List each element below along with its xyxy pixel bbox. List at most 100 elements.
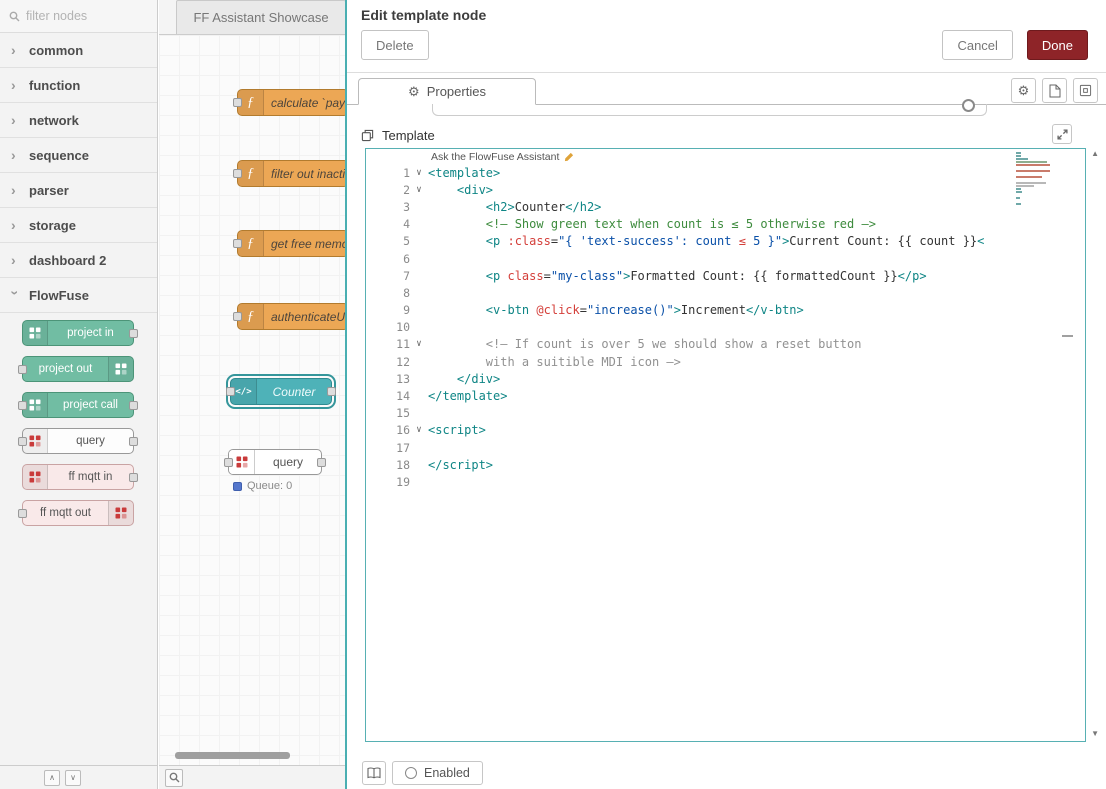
code-text: <script> <box>428 423 486 437</box>
code-text: </script> <box>428 458 493 472</box>
collapse-all-button[interactable]: ∧ <box>44 770 60 786</box>
output-port[interactable] <box>129 401 138 410</box>
code-line[interactable]: 13 </div> <box>366 370 1085 387</box>
enabled-toggle[interactable]: Enabled <box>392 761 483 785</box>
input-port[interactable] <box>18 365 27 374</box>
palette-node-project-out[interactable]: project out <box>22 356 134 382</box>
expand-editor-button[interactable] <box>1052 124 1072 144</box>
code-line[interactable]: 14</template> <box>366 387 1085 404</box>
output-port[interactable] <box>129 473 138 482</box>
code-line[interactable]: 17 <box>366 439 1085 456</box>
input-port[interactable] <box>224 458 233 467</box>
scroll-up-icon[interactable]: ▲ <box>1091 149 1099 158</box>
palette-category-storage[interactable]: ›storage <box>0 208 157 243</box>
code-line[interactable]: 9 <v-btn @click="increase()">Increment</… <box>366 302 1085 319</box>
flow-node-authenticateu[interactable]: ƒauthenticateU <box>237 303 349 330</box>
code-tag-icon: </> <box>235 387 251 397</box>
flow-node-filter-out-inacti[interactable]: ƒfilter out inacti <box>237 160 349 187</box>
code-line[interactable]: 15 <box>366 405 1085 422</box>
fold-chevron-icon[interactable]: ∨ <box>410 425 428 435</box>
minimap-line <box>1016 191 1022 193</box>
fold-chevron-icon[interactable]: ∨ <box>410 185 428 195</box>
code-line[interactable]: 1∨<template> <box>366 164 1085 181</box>
palette-node-project-call[interactable]: project call <box>22 392 134 418</box>
input-port[interactable] <box>233 169 242 178</box>
output-port[interactable] <box>317 458 326 467</box>
delete-button[interactable]: Delete <box>361 30 429 60</box>
code-line[interactable]: 6 <box>366 250 1085 267</box>
palette-node-ff-mqtt-in[interactable]: ff mqtt in <box>22 464 134 490</box>
palette-node-list: project in project out project call query ff… <box>0 313 157 765</box>
cancel-button[interactable]: Cancel <box>942 30 1012 60</box>
code-line[interactable]: 5 <p :class="{ 'text-success': count ≤ 5… <box>366 233 1085 250</box>
palette-category-flowfuse[interactable]: ›FlowFuse <box>0 278 157 313</box>
line-number: 17 <box>366 441 410 455</box>
palette-node-label: project in <box>48 321 133 345</box>
template-field-row: Template <box>361 124 1092 146</box>
palette-node-ff-mqtt-out[interactable]: ff mqtt out <box>22 500 134 526</box>
minimap[interactable] <box>1016 152 1054 209</box>
node-red-editor: filter nodes ›common›function›network›se… <box>0 0 1106 789</box>
palette-category-function[interactable]: ›function <box>0 68 157 103</box>
code-line[interactable]: 2∨ <div> <box>366 181 1085 198</box>
input-port[interactable] <box>226 387 235 396</box>
circle-icon <box>962 99 975 112</box>
input-port[interactable] <box>18 401 27 410</box>
done-button[interactable]: Done <box>1027 30 1088 60</box>
flow-node-get-free-memo[interactable]: ƒget free memo <box>237 230 349 257</box>
node-settings-button[interactable]: ⚙ <box>1011 78 1036 103</box>
output-port[interactable] <box>129 329 138 338</box>
code-line[interactable]: 8 <box>366 284 1085 301</box>
zoom-button[interactable] <box>165 769 183 787</box>
zoom-to-node-button[interactable] <box>1073 78 1098 103</box>
minimap-line <box>1016 176 1042 178</box>
code-editor[interactable]: Ask the FlowFuse Assistant 1∨<template>2… <box>365 148 1086 742</box>
output-port[interactable] <box>129 437 138 446</box>
line-number: 16 <box>366 423 410 437</box>
palette-node-project-in[interactable]: project in <box>22 320 134 346</box>
palette-node-query[interactable]: query <box>22 428 134 454</box>
flow-node-counter[interactable]: </> Counter <box>230 378 332 405</box>
code-line[interactable]: 11∨ <!— If count is over 5 we should sho… <box>366 336 1085 353</box>
horizontal-scrollbar[interactable] <box>175 752 290 759</box>
palette-category-common[interactable]: ›common <box>0 33 157 68</box>
assistant-prompt-label: Ask the FlowFuse Assistant <box>431 151 559 163</box>
output-port[interactable] <box>327 387 336 396</box>
line-number: 12 <box>366 355 410 369</box>
code-line[interactable]: 10 <box>366 319 1085 336</box>
code-line[interactable]: 12 with a suitible MDI icon —> <box>366 353 1085 370</box>
input-port[interactable] <box>18 509 27 518</box>
palette-category-parser[interactable]: ›parser <box>0 173 157 208</box>
code-line[interactable]: 16∨<script> <box>366 422 1085 439</box>
flow-node-calculate-pay[interactable]: ƒcalculate `pay <box>237 89 349 116</box>
palette-category-network[interactable]: ›network <box>0 103 157 138</box>
input-port[interactable] <box>233 239 242 248</box>
code-line[interactable]: 18</script> <box>366 456 1085 473</box>
palette-category-dashboard-2[interactable]: ›dashboard 2 <box>0 243 157 278</box>
flow-node-query[interactable]: query <box>228 449 322 475</box>
flow-tab[interactable]: FF Assistant Showcase <box>176 0 346 34</box>
code-line[interactable]: 7 <p class="my-class">Formatted Count: {… <box>366 267 1085 284</box>
scroll-down-icon[interactable]: ▼ <box>1091 729 1099 738</box>
code-line[interactable]: 3 <h2>Counter</h2> <box>366 198 1085 215</box>
name-input-partial[interactable] <box>432 104 987 116</box>
code-line[interactable]: 19 <box>366 473 1085 490</box>
library-button[interactable] <box>362 761 386 785</box>
description-button[interactable] <box>1042 78 1067 103</box>
input-port[interactable] <box>18 437 27 446</box>
palette-filter[interactable]: filter nodes <box>0 0 157 33</box>
expand-all-button[interactable]: ∨ <box>65 770 81 786</box>
fold-chevron-icon[interactable]: ∨ <box>410 339 428 349</box>
line-number: 2 <box>366 183 410 197</box>
flowfuse-logo-icon <box>108 501 133 525</box>
line-number: 15 <box>366 406 410 420</box>
palette-sidebar: filter nodes ›common›function›network›se… <box>0 0 158 789</box>
code-text: <!— If count is over 5 we should show a … <box>428 337 861 351</box>
assistant-prompt[interactable]: Ask the FlowFuse Assistant <box>431 151 574 163</box>
input-port[interactable] <box>233 98 242 107</box>
palette-category-sequence[interactable]: ›sequence <box>0 138 157 173</box>
fold-chevron-icon[interactable]: ∨ <box>410 168 428 178</box>
input-port[interactable] <box>233 312 242 321</box>
tab-properties[interactable]: ⚙ Properties <box>358 78 536 105</box>
code-line[interactable]: 4 <!— Show green text when count is ≤ 5 … <box>366 216 1085 233</box>
